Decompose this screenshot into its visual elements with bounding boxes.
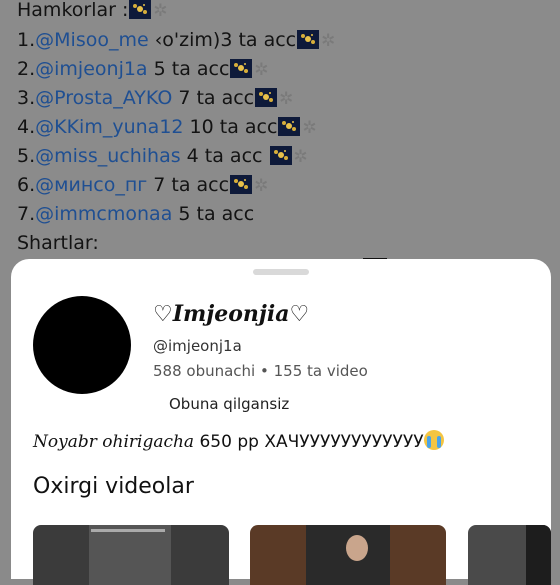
avatar[interactable] [33, 296, 131, 394]
partner-item: 4.@KKim_yuna12 10 ta acc ✲ [17, 116, 317, 138]
profile-bio: Noyabr ohirigacha 650 pp ХАЧУУУУУУУУУУУУ [33, 430, 444, 452]
crying-face-icon [423, 430, 444, 450]
recent-videos-title: Oxirgi videolar [33, 474, 194, 499]
mention-link[interactable]: @минсо_пг [35, 174, 147, 196]
fireworks-icon [269, 146, 292, 165]
spider-web-icon: ✲ [153, 1, 168, 21]
subscribe-status-button[interactable]: Obuna qilgansiz [169, 395, 289, 413]
partner-item: 1.@Misoo_me ‹o'zim)3 ta acc ✲ [17, 29, 336, 51]
spider-web-icon: ✲ [321, 31, 336, 51]
profile-display-name: ♡𝑰𝒎𝒋𝒆𝒐𝒏𝒋𝒊𝒂♡ [153, 301, 310, 327]
fireworks-icon [297, 30, 320, 49]
drag-handle[interactable] [253, 269, 309, 275]
profile-stats: 588 obunachi • 155 ta video [153, 362, 368, 380]
partners-heading: Hamkorlar : ✲ [17, 0, 168, 21]
fireworks-icon [230, 59, 253, 78]
spider-web-icon: ✲ [293, 147, 308, 167]
fireworks-icon [230, 175, 253, 194]
mention-link[interactable]: @KKim_yuna12 [35, 116, 183, 138]
spider-web-icon: ✲ [279, 89, 294, 109]
fireworks-icon [255, 88, 278, 107]
fireworks-icon [129, 0, 152, 19]
video-thumbnail[interactable] [33, 525, 229, 585]
video-thumbnail[interactable] [468, 525, 551, 585]
mention-link[interactable]: @Misoo_me [35, 29, 149, 51]
partner-item: 7.@immcmonaa 5 ta acc [17, 203, 255, 225]
mention-link[interactable]: @miss_uchihas [35, 145, 180, 167]
partner-item: 2.@imjeonj1a 5 ta acc ✲ [17, 58, 269, 80]
partner-item: 3.@Prosta_AYKO 7 ta acc ✲ [17, 87, 294, 109]
spider-web-icon: ✲ [254, 60, 269, 80]
partner-item: 6.@минсо_пг 7 ta acc ✲ [17, 174, 269, 196]
spider-web-icon: ✲ [254, 176, 269, 196]
conditions-label: Shartlar: [17, 232, 99, 254]
mention-link[interactable]: @immcmonaa [35, 203, 172, 225]
spider-web-icon: ✲ [302, 118, 317, 138]
mention-link[interactable]: @Prosta_AYKO [35, 87, 172, 109]
partner-item: 5.@miss_uchihas 4 ta acc ✲ [17, 145, 308, 167]
video-thumbnail[interactable] [250, 525, 446, 585]
mention-link[interactable]: @imjeonj1a [35, 58, 147, 80]
fireworks-icon [278, 117, 301, 136]
profile-bottom-sheet: ♡𝑰𝒎𝒋𝒆𝒐𝒏𝒋𝒊𝒂♡ @imjeonj1a 588 obunachi • 15… [11, 259, 551, 585]
profile-username: @imjeonj1a [153, 337, 242, 355]
